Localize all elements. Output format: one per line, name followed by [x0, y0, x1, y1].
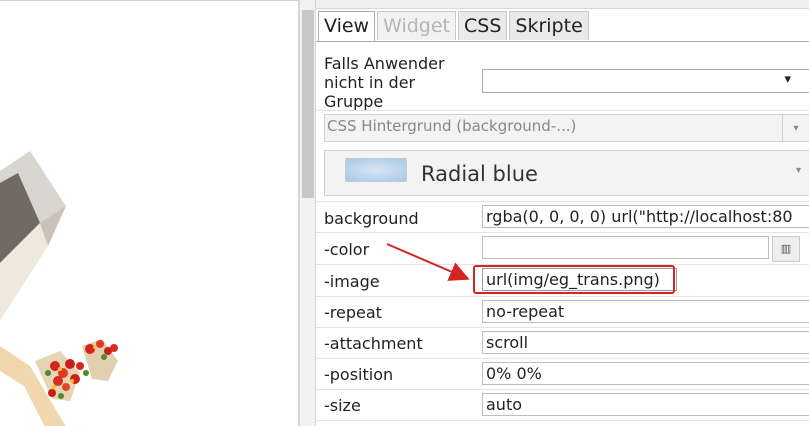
row-divider	[316, 420, 809, 421]
group-label-line-1: Falls Anwender	[324, 54, 445, 73]
row-divider	[316, 232, 809, 233]
group-select[interactable]: ▾	[482, 69, 809, 93]
background-attachment-input[interactable]: scroll	[482, 331, 809, 354]
css-background-select-text: CSS Hintergrund (background-...)	[327, 117, 577, 135]
scrollbar-thumb[interactable]	[302, 10, 314, 198]
panel-tabs: View Widget CSS Skripte	[318, 11, 591, 42]
annotation-highlight-box	[473, 265, 675, 294]
group-label-line-3: Gruppe	[324, 92, 384, 111]
css-background-select[interactable]: CSS Hintergrund (background-...) ▾	[324, 114, 809, 142]
preset-swatch	[345, 158, 407, 182]
background-repeat-input[interactable]: no-repeat	[482, 300, 809, 323]
canvas-scene	[0, 151, 118, 426]
group-field-label: Falls Anwender nicht in der Gruppe	[324, 54, 445, 111]
preset-name: Radial blue	[421, 162, 538, 186]
tabs-underline	[316, 41, 809, 42]
background-size-input[interactable]: auto	[482, 393, 809, 416]
tab-widget[interactable]: Widget	[377, 11, 457, 40]
chevron-down-icon: ▾	[795, 165, 801, 176]
tab-css[interactable]: CSS	[458, 11, 508, 40]
row-divider	[316, 327, 809, 328]
tab-skripte[interactable]: Skripte	[509, 11, 589, 40]
background-position-input[interactable]: 0% 0%	[482, 362, 809, 385]
prop-label-image: -image	[324, 272, 380, 291]
panel-scrollbar[interactable]	[300, 0, 316, 426]
properties-panel: View Widget CSS Skripte Falls Anwender n…	[316, 0, 809, 426]
background-color-input[interactable]	[482, 236, 769, 259]
background-preset-select[interactable]: Radial blue ▾	[324, 150, 809, 196]
tab-view[interactable]: View	[318, 11, 376, 42]
color-picker-icon[interactable]: ▥	[772, 236, 800, 262]
prop-label-size: -size	[324, 396, 361, 415]
chevron-down-icon[interactable]: ▾	[782, 115, 809, 141]
editor-canvas[interactable]	[0, 0, 298, 426]
row-divider	[316, 358, 809, 359]
prop-label-attachment: -attachment	[324, 334, 423, 353]
prop-label-position: -position	[324, 365, 394, 384]
prop-label-color: -color	[324, 240, 370, 259]
row-divider	[316, 201, 809, 202]
chevron-down-icon: ▾	[784, 72, 791, 87]
prop-label-repeat: -repeat	[324, 303, 382, 322]
row-divider	[316, 296, 809, 297]
background-input[interactable]: rgba(0, 0, 0, 0) url("http://localhost:8…	[482, 205, 809, 228]
row-divider	[316, 389, 809, 390]
panel-header-strip	[316, 0, 809, 9]
row-divider	[316, 110, 809, 111]
prop-label-background: background	[324, 209, 419, 228]
group-label-line-2: nicht in der	[324, 73, 416, 92]
